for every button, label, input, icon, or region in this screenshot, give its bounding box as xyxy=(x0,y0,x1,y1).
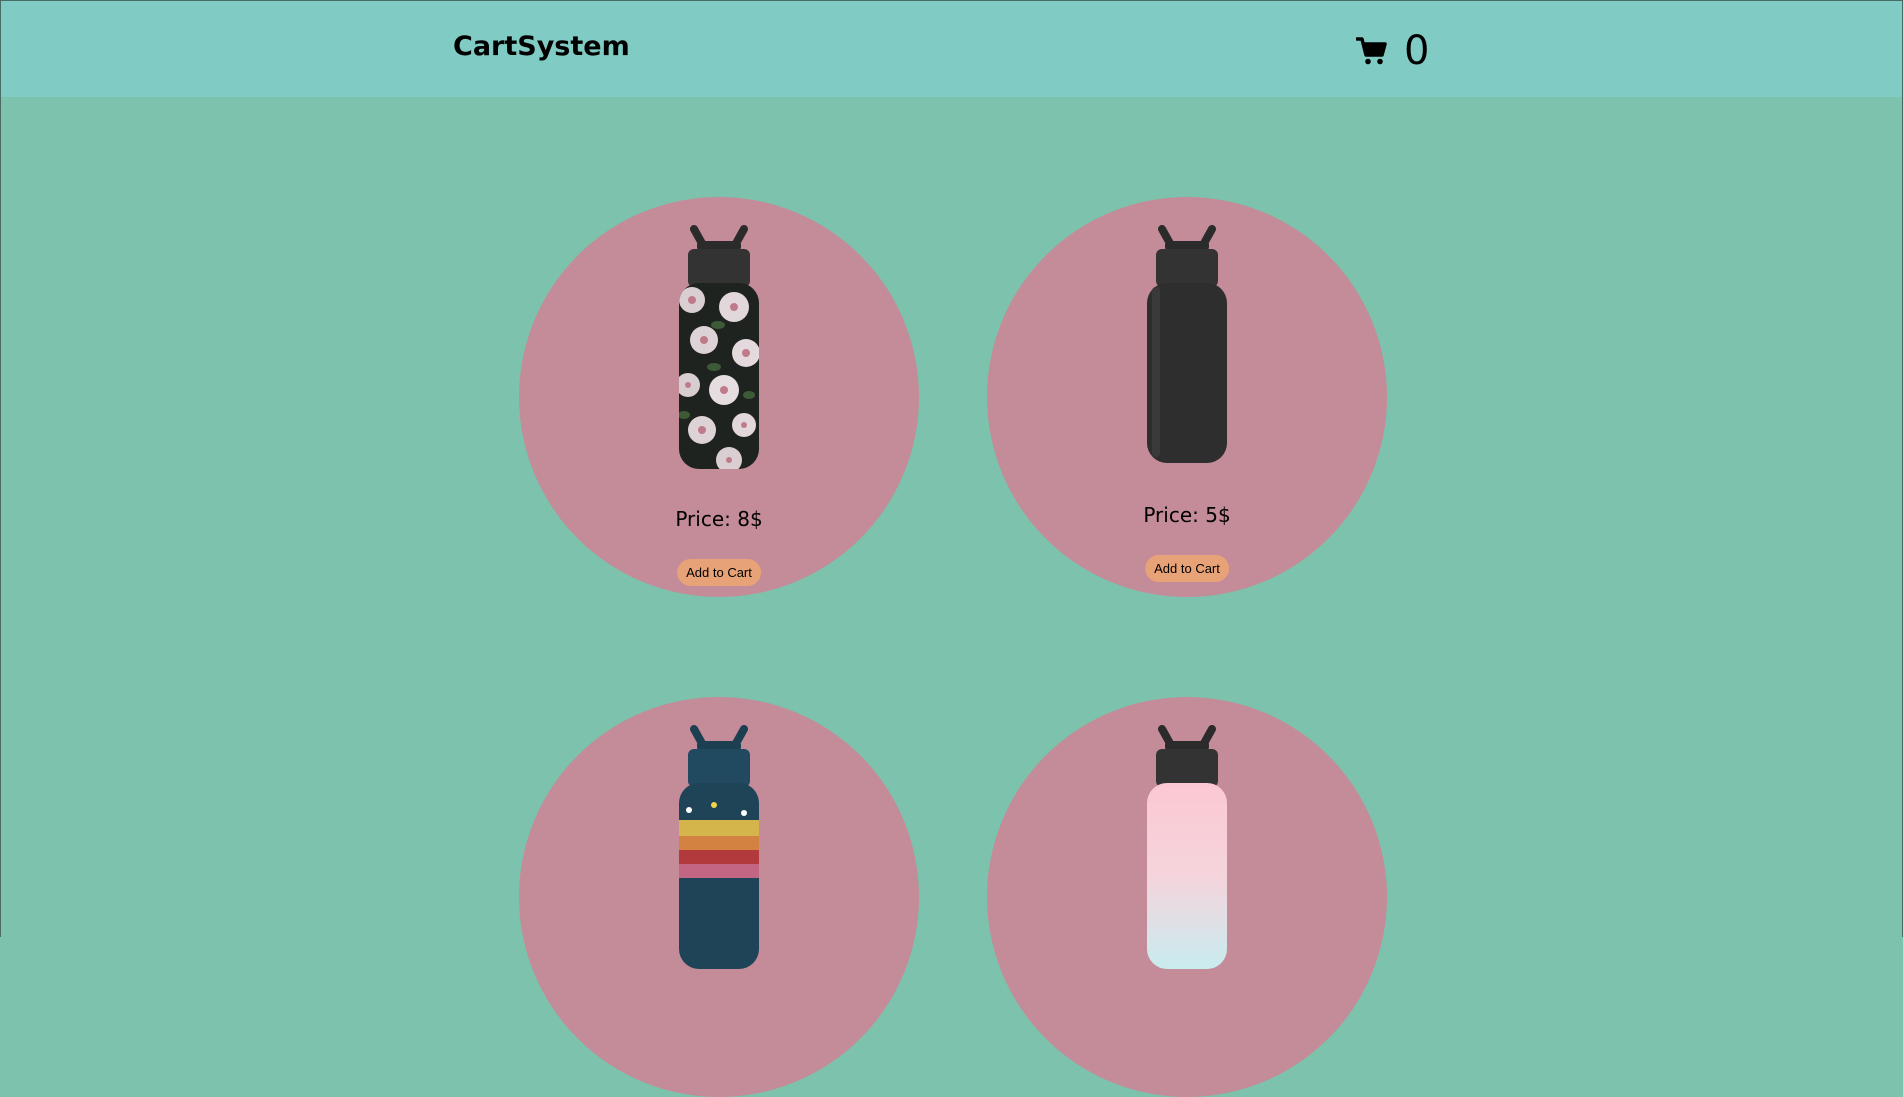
product-card xyxy=(519,697,919,1097)
add-to-cart-button[interactable]: Add to Cart xyxy=(1145,555,1229,582)
product-card: Price: 5$ Add to Cart xyxy=(987,197,1387,597)
product-image xyxy=(1147,225,1227,463)
navbar: CartSystem 0 xyxy=(1,1,1902,97)
add-to-cart-button[interactable]: Add to Cart xyxy=(677,559,761,586)
product-card xyxy=(987,697,1387,1097)
product-price: Price: 5$ xyxy=(1143,503,1231,527)
cart-count: 0 xyxy=(1404,28,1430,74)
product-price: Price: 8$ xyxy=(675,507,763,531)
cart-button[interactable]: 0 xyxy=(1356,27,1429,75)
product-card: Price: 8$ Add to Cart xyxy=(519,197,919,597)
product-image xyxy=(679,225,759,469)
brand-logo[interactable]: CartSystem xyxy=(453,31,630,62)
page-frame xyxy=(0,0,1903,937)
shopping-cart-icon[interactable] xyxy=(1356,35,1388,67)
